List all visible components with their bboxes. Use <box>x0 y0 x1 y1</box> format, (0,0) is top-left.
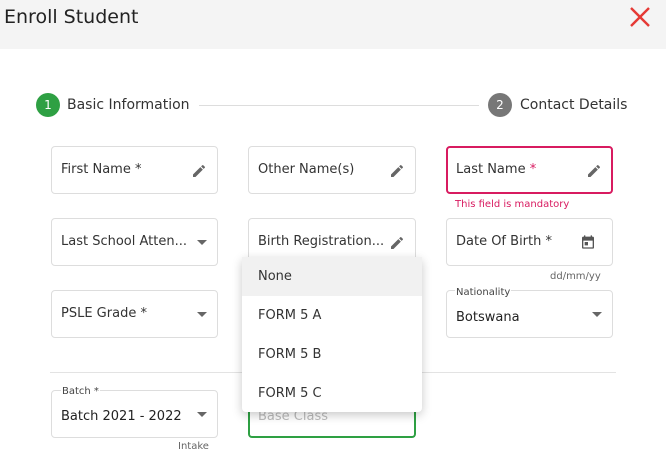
step-2-label[interactable]: Contact Details <box>520 97 627 113</box>
option-none[interactable]: None <box>242 257 422 296</box>
last-school-label: Last School Atten... <box>61 234 187 249</box>
pencil-icon[interactable] <box>389 235 405 251</box>
psle-grade-label: PSLE Grade * <box>61 306 147 321</box>
step-1-label[interactable]: Basic Information <box>67 97 190 113</box>
other-names-label: Other Name(s) <box>258 162 355 177</box>
chevron-down-icon[interactable] <box>197 412 207 417</box>
chevron-down-icon[interactable] <box>197 312 207 317</box>
pencil-icon[interactable] <box>191 163 207 179</box>
chevron-down-icon[interactable] <box>197 240 207 245</box>
last-name-label: Last Name * <box>456 162 537 177</box>
first-name-field[interactable]: First Name * <box>51 146 218 194</box>
nationality-select[interactable]: Nationality Botswana <box>446 287 613 338</box>
last-name-field[interactable]: Last Name * <box>446 146 613 194</box>
psle-grade-select[interactable]: PSLE Grade * <box>51 290 218 338</box>
nationality-label: Nationality <box>455 287 512 298</box>
option-form-5c[interactable]: FORM 5 C <box>242 374 422 413</box>
batch-select[interactable]: Batch * Batch 2021 - 2022 <box>51 386 218 438</box>
birth-registration-label: Birth Registration... <box>258 234 385 249</box>
other-names-field[interactable]: Other Name(s) <box>248 146 416 194</box>
option-form-5a[interactable]: FORM 5 A <box>242 296 422 335</box>
first-name-label: First Name * <box>61 162 142 177</box>
batch-label: Batch * <box>61 386 100 397</box>
date-format-hint: dd/mm/yy <box>550 271 601 282</box>
chevron-down-icon[interactable] <box>592 312 602 317</box>
close-icon[interactable] <box>626 3 654 31</box>
option-form-5b[interactable]: FORM 5 B <box>242 335 422 374</box>
required-asterisk: * <box>529 162 537 177</box>
step-1-indicator[interactable]: 1 <box>36 93 60 117</box>
dialog-title: Enroll Student <box>4 6 139 28</box>
pencil-icon[interactable] <box>389 163 405 179</box>
date-of-birth-label: Date Of Birth * <box>456 234 552 249</box>
stepper: 1 Basic Information 2 Contact Details <box>0 93 666 119</box>
nationality-value: Botswana <box>456 310 520 325</box>
last-school-select[interactable]: Last School Atten... <box>51 218 218 266</box>
pencil-icon[interactable] <box>586 163 602 179</box>
step-connector <box>199 105 479 106</box>
base-class-dropdown-menu: None FORM 5 A FORM 5 B FORM 5 C <box>242 257 422 412</box>
last-name-error: This field is mandatory <box>455 199 570 210</box>
calendar-icon[interactable] <box>580 234 596 250</box>
date-of-birth-field[interactable]: Date Of Birth * <box>446 218 613 266</box>
step-2-indicator[interactable]: 2 <box>488 93 512 117</box>
batch-value: Batch 2021 - 2022 <box>61 409 182 424</box>
batch-hint: Intake <box>178 441 209 452</box>
dialog-header: Enroll Student <box>0 0 666 49</box>
